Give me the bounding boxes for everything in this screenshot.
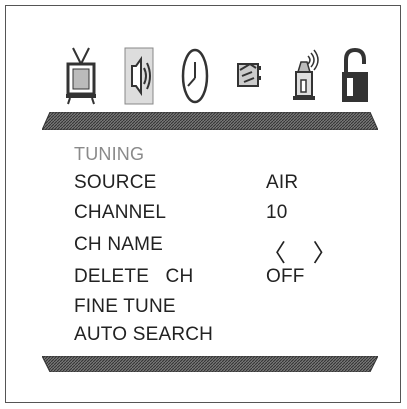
- menu-title-row: TUNING: [74, 144, 374, 170]
- delete-ch-value: OFF: [266, 266, 305, 287]
- menu-icon-bar: [64, 42, 368, 108]
- menu-item-label: DELETE CH: [74, 266, 194, 287]
- channel-value: 10: [266, 202, 288, 223]
- menu-item-fine-tune[interactable]: FINE TUNE: [74, 296, 374, 322]
- menu-item-label: FINE TUNE: [74, 296, 176, 317]
- source-value: AIR: [266, 172, 299, 193]
- hand-pointer-icon[interactable]: [234, 42, 268, 108]
- menu-item-delete-ch[interactable]: DELETE CH OFF: [74, 266, 374, 292]
- menu-item-label: CHANNEL: [74, 202, 167, 223]
- menu-item-label: AUTO SEARCH: [74, 324, 214, 345]
- clock-icon[interactable]: [178, 42, 212, 108]
- menu-item-source[interactable]: SOURCE AIR: [74, 172, 374, 198]
- menu-title: TUNING: [74, 144, 145, 164]
- osd-frame: TUNING SOURCE AIR CHANNEL 10 CH NAME 〈 〉…: [5, 5, 401, 403]
- top-separator-bar: [42, 112, 378, 130]
- bottom-separator-bar: [42, 356, 378, 372]
- menu-item-auto-search[interactable]: AUTO SEARCH: [74, 324, 374, 350]
- speaker-icon[interactable]: [122, 42, 156, 108]
- tv-icon[interactable]: [64, 42, 98, 108]
- menu-item-label: CH NAME: [74, 234, 164, 255]
- menu-item-label: SOURCE: [74, 172, 157, 193]
- menu-item-channel[interactable]: CHANNEL 10: [74, 202, 374, 228]
- menu-item-ch-name[interactable]: CH NAME 〈 〉: [74, 234, 374, 267]
- padlock-icon[interactable]: [338, 42, 372, 108]
- tower-antenna-icon[interactable]: [290, 42, 324, 108]
- ch-name-arrows[interactable]: 〈 〉: [262, 233, 347, 268]
